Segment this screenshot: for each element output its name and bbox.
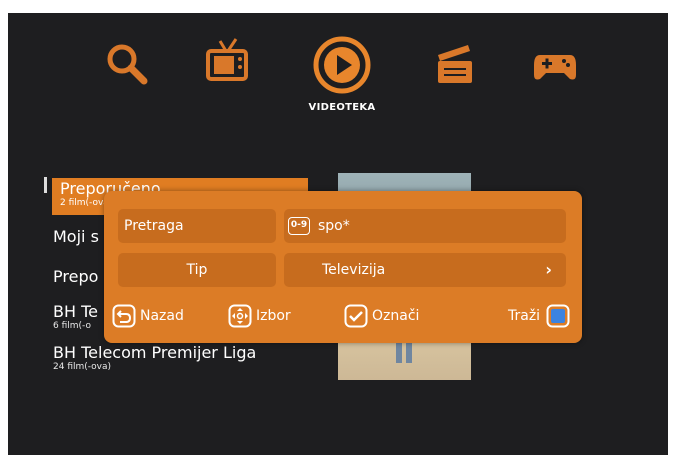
tv-icon[interactable] (204, 37, 250, 83)
select-button-label: Izbor (256, 308, 291, 324)
back-button-label: Nazad (140, 308, 184, 324)
active-section-label: VIDEOTEKA (308, 102, 376, 113)
video-play-icon[interactable] (312, 35, 372, 95)
search-icon[interactable] (104, 41, 150, 87)
type-select[interactable]: Televizija › (284, 253, 566, 287)
search-input-value: spo* (318, 218, 350, 234)
search-input[interactable]: 0-9 spo* (284, 209, 566, 243)
type-label: Tip (118, 253, 276, 287)
dpad-icon (228, 304, 252, 328)
search-label: Pretraga (118, 209, 276, 243)
clapperboard-icon[interactable] (432, 41, 478, 87)
back-icon (112, 304, 136, 328)
tv-screen: VIDEOTEKA Preporučeno 2 film(-ova) Moji … (8, 13, 668, 455)
list-item[interactable]: BH Telecom Premijer Liga 24 film(-ova) (53, 343, 353, 373)
checkmark-icon (344, 304, 368, 328)
scroll-indicator (44, 177, 47, 193)
select-button[interactable]: Izbor (228, 303, 318, 329)
list-item-title: BH Telecom Premijer Liga (53, 343, 257, 362)
gamepad-icon[interactable] (532, 43, 578, 89)
numeric-keys-icon: 0-9 (288, 217, 310, 235)
list-item-subtitle: 24 film(-ova) (53, 362, 112, 372)
mark-button[interactable]: Označi (344, 303, 434, 329)
chevron-right-icon: › (545, 260, 552, 279)
search-submit-label: Traži (508, 308, 541, 324)
type-select-value: Televizija (322, 262, 386, 278)
mark-button-label: Označi (372, 308, 420, 324)
search-dialog: Pretraga 0-9 spo* Tip Televizija › Nazad (104, 191, 582, 343)
search-submit-button[interactable]: Traži (502, 303, 576, 329)
back-button[interactable]: Nazad (112, 303, 202, 329)
blue-key-icon (546, 304, 570, 328)
